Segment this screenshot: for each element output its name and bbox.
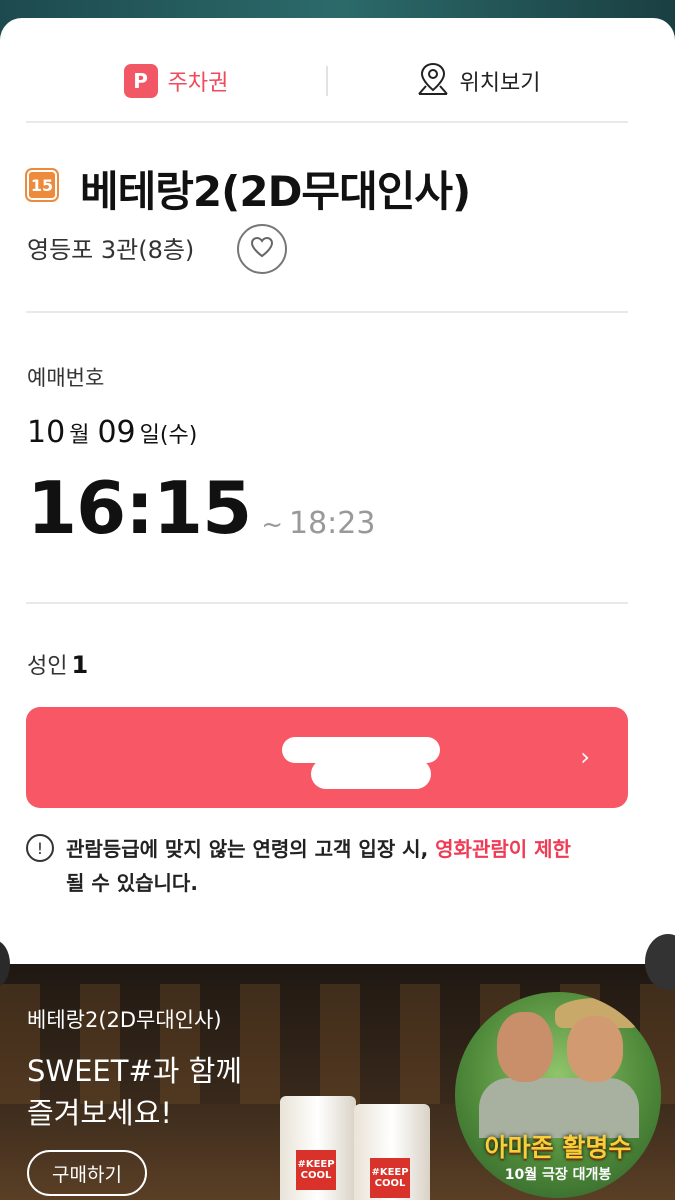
promo-banner[interactable]: #KEEP COOL #KEEP COOL 베테랑2(2D무대인사) SWEET…	[0, 964, 675, 1200]
notice-text-part: 될 수 있습니다.	[66, 871, 198, 895]
audience-number: 1	[71, 651, 89, 679]
view-location-button[interactable]: 위치보기	[328, 61, 628, 101]
poster-face	[567, 1016, 623, 1082]
divider	[26, 602, 628, 604]
end-time: 18:23	[288, 506, 376, 541]
month: 10	[27, 415, 66, 450]
notice-text: 관람등급에 맞지 않는 연령의 고객 입장 시, 영화관람이 제한 될 수 있습…	[66, 832, 571, 900]
audience-label: 성인	[27, 654, 68, 679]
movie-poster-image: 아마존 활명수 10월 극장 대개봉	[455, 992, 661, 1198]
poster-title: 아마존 활명수	[484, 1133, 632, 1162]
show-date: 10 월 09 일(수)	[27, 415, 201, 450]
chevron-right-icon: ›	[580, 743, 590, 771]
theater-info: 영등포 3관(8층)	[27, 236, 195, 264]
notice-text-part: 관람등급에 맞지 않는 연령의 고객 입장 시,	[66, 837, 436, 861]
favorite-theater-button[interactable]	[237, 224, 287, 274]
day-unit: 일(수)	[139, 423, 198, 448]
banner-headline: SWEET#과 함께 즐겨보세요!	[27, 1050, 242, 1134]
heart-icon	[249, 235, 275, 263]
time-separator: ~	[261, 510, 283, 540]
parking-label: 주차권	[167, 71, 229, 96]
headline-line: 즐겨보세요!	[27, 1096, 173, 1130]
buy-button[interactable]: 구매하기	[27, 1150, 147, 1196]
show-time: 16:15 ~ 18:23	[27, 466, 375, 550]
headline-line: SWEET#과 함께	[27, 1054, 243, 1088]
age-restriction-notice: ! 관람등급에 맞지 않는 연령의 고객 입장 시, 영화관람이 제한 될 수 …	[26, 832, 628, 900]
drink-cup-image: #KEEP COOL	[354, 1104, 430, 1200]
exclamation-icon: !	[26, 834, 54, 862]
drink-cup-image: #KEEP COOL	[280, 1096, 356, 1200]
audience-count: 성인 1	[27, 648, 88, 680]
cup-label: #KEEP COOL	[370, 1158, 410, 1198]
booking-code-button[interactable]: ›	[26, 707, 628, 808]
cup-label: #KEEP COOL	[296, 1150, 336, 1190]
banner-subtitle: 베테랑2(2D무대인사)	[27, 1008, 222, 1032]
month-unit: 월	[69, 423, 90, 448]
divider	[26, 311, 628, 313]
booking-number-label: 예매번호	[27, 366, 105, 390]
parking-ticket-button[interactable]: P 주차권	[26, 64, 326, 98]
parking-icon: P	[123, 64, 158, 98]
age-rating-badge: 15	[27, 170, 57, 200]
start-time: 16:15	[27, 466, 252, 550]
header-actions: P 주차권 위치보기	[26, 52, 628, 110]
redacted-mark	[311, 759, 431, 789]
poster-date: 10월 극장 대개봉	[504, 1167, 612, 1183]
notice-highlight: 영화관람이 제한	[435, 837, 571, 861]
location-pin-icon	[416, 61, 450, 101]
movie-title: 베테랑2(2D무대인사)	[80, 167, 471, 216]
day: 09	[97, 415, 136, 450]
screen: P 주차권 위치보기 15 베테랑2(2D무대인사) 영등포 3관(8층) 예매…	[0, 0, 675, 1200]
poster-face	[497, 1012, 553, 1082]
location-label: 위치보기	[459, 71, 541, 96]
divider	[26, 121, 628, 123]
